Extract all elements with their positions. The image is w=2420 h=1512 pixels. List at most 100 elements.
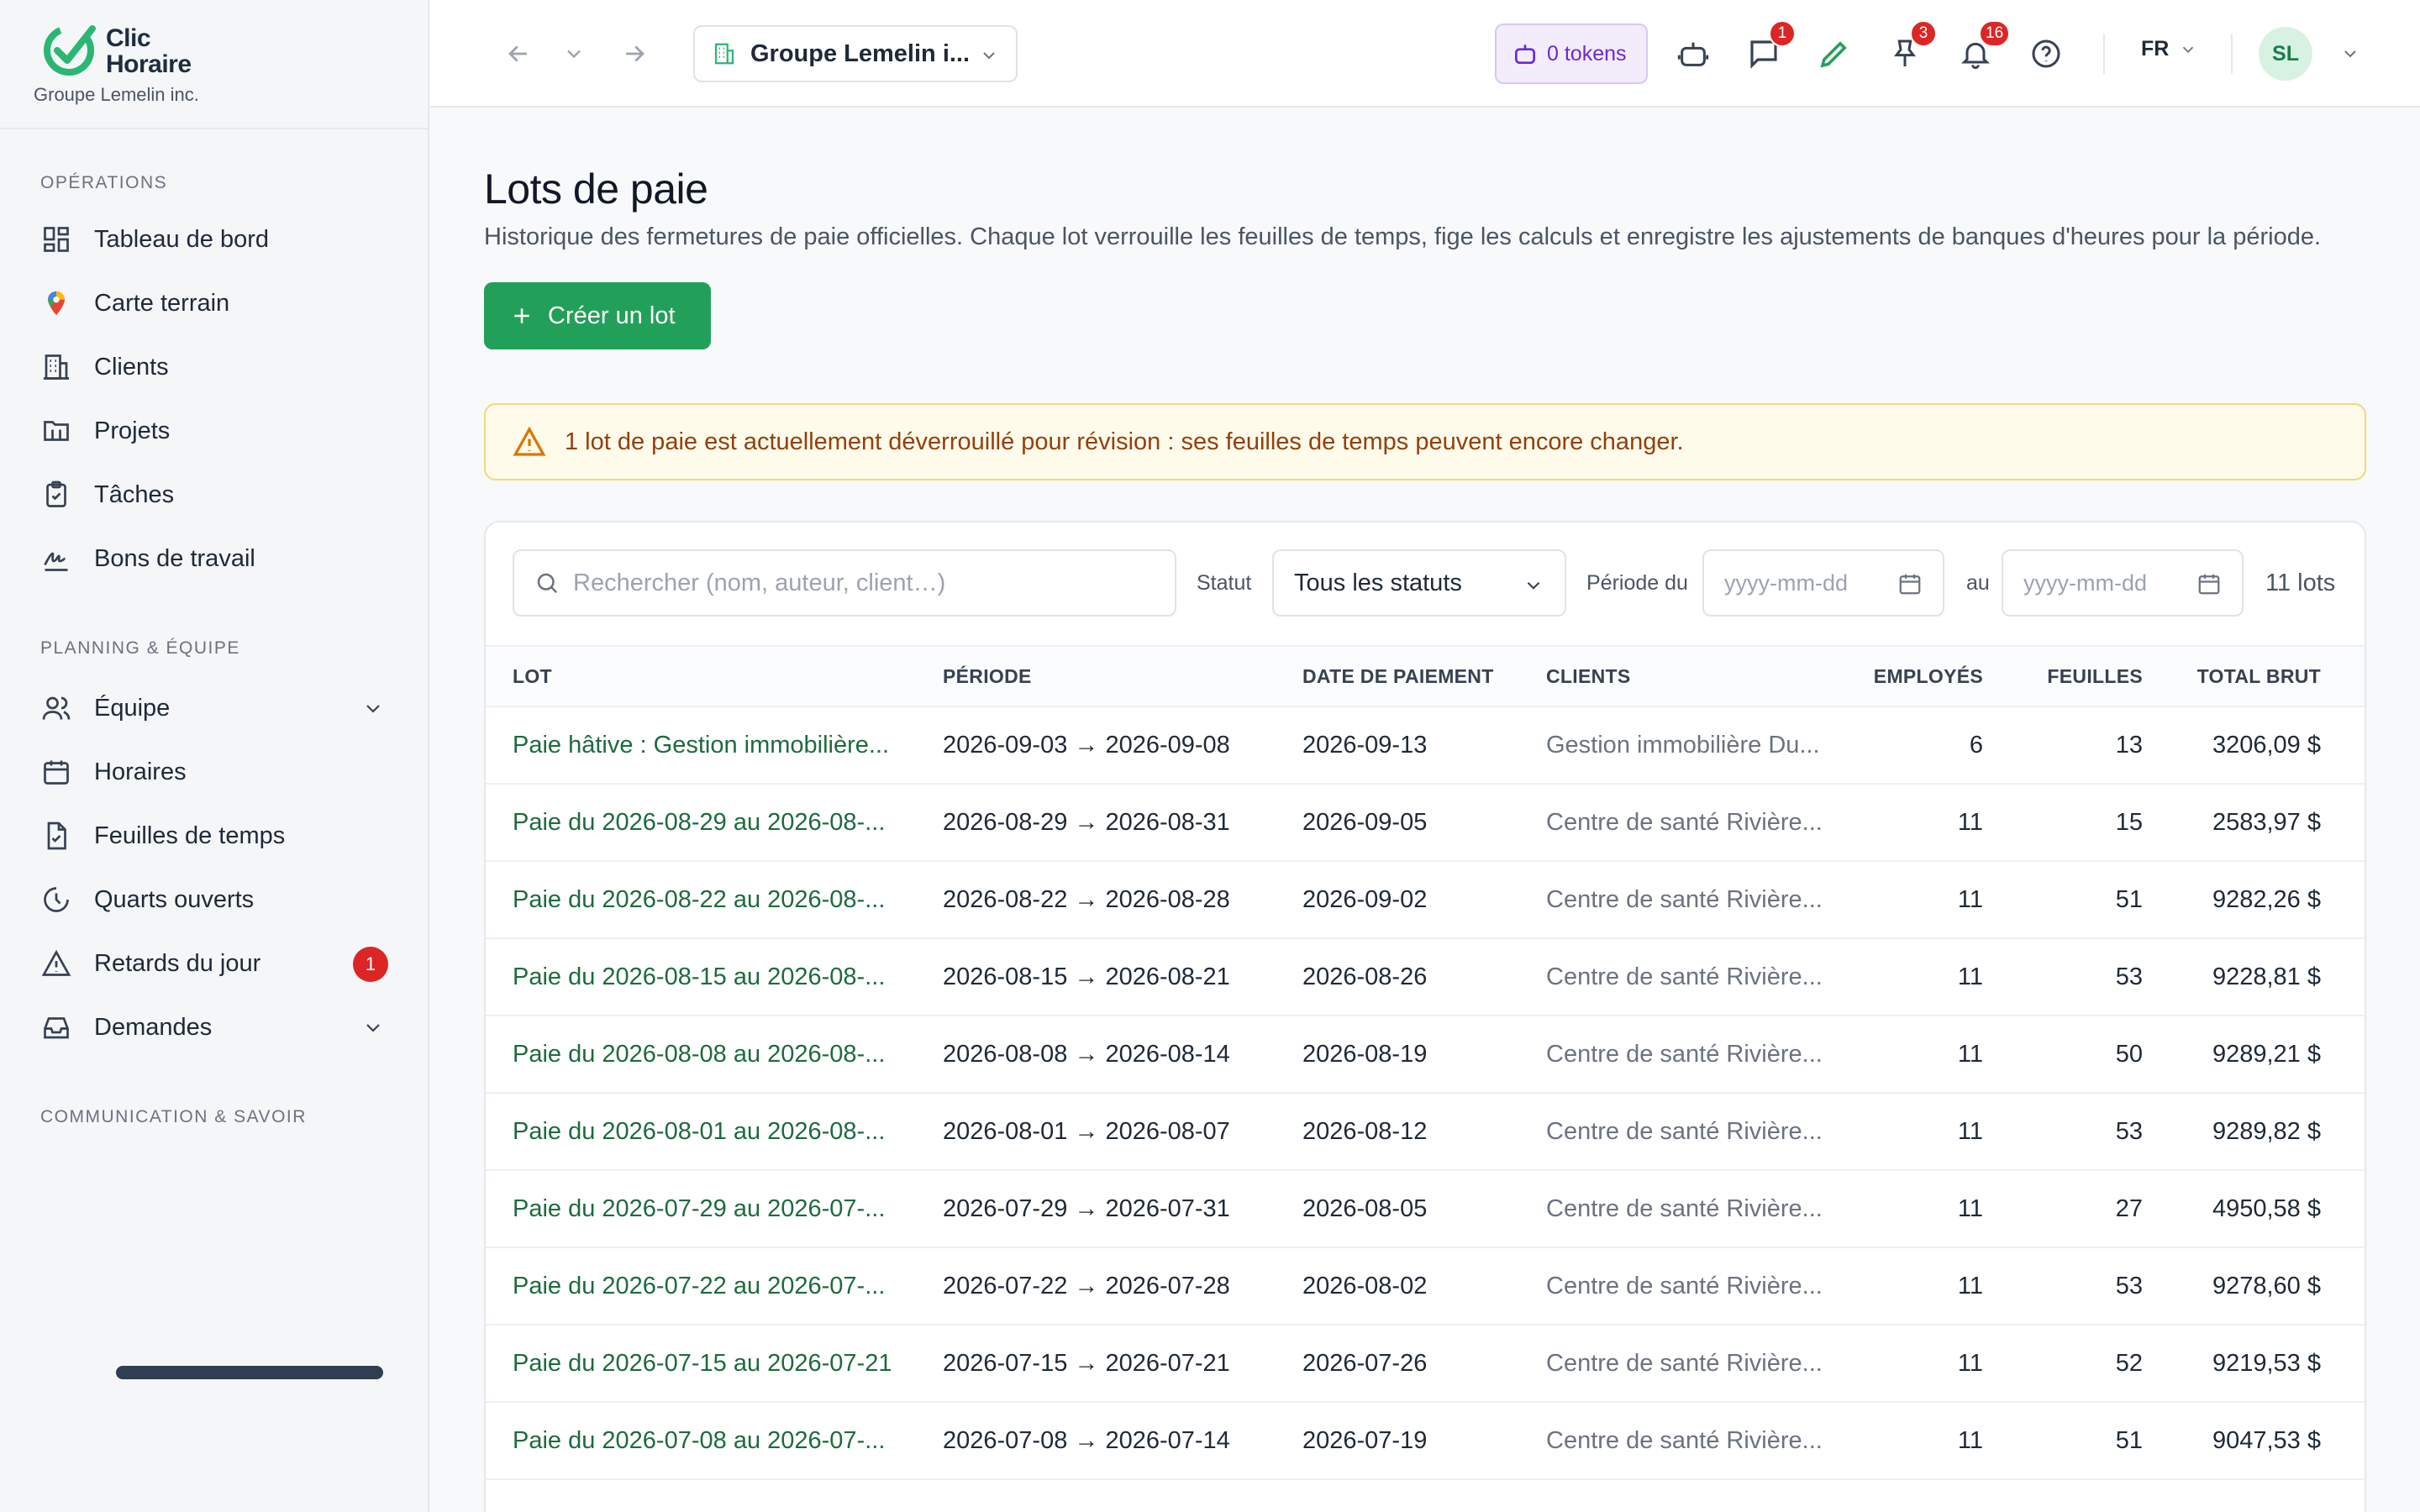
- gross-total-cell: 4950,58 $: [2212, 1194, 2321, 1222]
- sidebar-item-label: Tableau de bord: [94, 225, 269, 253]
- lot-name-link[interactable]: Paie du 2026-08-22 au 2026-08-...: [513, 861, 943, 938]
- sidebar-item-projects[interactable]: Projets: [40, 407, 393, 454]
- late-count-badge: 1: [353, 947, 388, 982]
- table-row[interactable]: Paie du 2026-08-08 au 2026-08-... 2026-08…: [486, 1016, 2365, 1093]
- period-from-input[interactable]: [1724, 570, 1892, 596]
- chevron-down-icon: [1527, 581, 1540, 590]
- lot-name-link[interactable]: Paie du 2026-07-08 au 2026-07-...: [513, 1402, 943, 1479]
- employees-cell: 11: [1957, 808, 1983, 836]
- messages-button[interactable]: 1: [1744, 20, 1796, 74]
- column-header-pay-date[interactable]: DATE DE PAIEMENT: [1302, 646, 1546, 706]
- pins-badge: 3: [1910, 20, 1937, 47]
- column-header-period[interactable]: PÉRIODE: [943, 646, 1302, 706]
- table-row[interactable]: Paie du 2026-08-01 au 2026-08-... 2026-08…: [486, 1093, 2365, 1170]
- account-menu-button[interactable]: [2330, 34, 2370, 74]
- assistant-button[interactable]: [1673, 34, 1713, 74]
- client-cell: Centre de santé Rivière...: [1546, 1117, 1823, 1145]
- table-row[interactable]: Paie du 2026-08-29 au 2026-08-... 2026-08…: [486, 784, 2365, 861]
- employees-cell: 11: [1957, 1194, 1983, 1222]
- lot-name-link[interactable]: Paie hâtive : Gestion immobilière...: [513, 706, 943, 784]
- search-input[interactable]: [573, 569, 1161, 597]
- search-box[interactable]: [513, 549, 1176, 617]
- period-cell: 2026-07-08 → 2026-07-14: [943, 1426, 1230, 1454]
- period-to-label: au: [1966, 571, 1990, 595]
- table-row[interactable]: Paie du 2026-08-22 au 2026-08-... 2026-08…: [486, 861, 2365, 938]
- status-filter-value: Tous les statuts: [1294, 569, 1462, 596]
- status-filter-select[interactable]: Tous les statuts: [1272, 549, 1566, 617]
- search-icon: [537, 573, 558, 594]
- client-cell: Gestion immobilière Du...: [1546, 731, 1820, 759]
- period-from-label: Période du: [1586, 571, 1688, 595]
- lot-name-link[interactable]: Paie du 2026-08-15 au 2026-08-...: [513, 938, 943, 1016]
- column-header-status[interactable]: S: [2321, 646, 2365, 706]
- table-row[interactable]: Paie du 2026-08-15 au 2026-08-... 2026-08…: [486, 938, 2365, 1016]
- sidebar: Clic Horaire Groupe Lemelin inc. OPÉRATI…: [0, 0, 429, 1512]
- sidebar-item-label: Équipe: [94, 694, 171, 722]
- table-row[interactable]: Paie du 2026-07-22 au 2026-07-... 2026-07…: [486, 1247, 2365, 1325]
- sidebar-item-late-today[interactable]: Retards du jour 1: [40, 940, 393, 987]
- sidebar-item-work-orders[interactable]: Bons de travail: [40, 535, 393, 582]
- sidebar-item-schedules[interactable]: Horaires: [40, 748, 393, 795]
- users-icon: [40, 692, 72, 724]
- company-selector[interactable]: Groupe Lemelin i...: [693, 25, 1018, 82]
- sidebar-item-clients[interactable]: Clients: [40, 344, 393, 391]
- sidebar-item-timesheets[interactable]: Feuilles de temps: [40, 812, 393, 859]
- language-selector[interactable]: FR: [2141, 37, 2197, 61]
- period-to-input[interactable]: [2023, 570, 2191, 596]
- gross-total-cell: 2583,97 $: [2212, 808, 2321, 836]
- clock-icon: [40, 884, 72, 916]
- unlocked-batch-alert: 1 lot de paie est actuellement déverroui…: [484, 403, 2366, 480]
- lot-name-link[interactable]: Paie du 2026-07-15 au 2026-07-21: [513, 1325, 943, 1402]
- sidebar-item-dashboard[interactable]: Tableau de bord: [40, 216, 393, 263]
- table-row[interactable]: Paie du 2026-07-08 au 2026-07-... 2026-07…: [486, 1402, 2365, 1479]
- plus-icon: [514, 308, 529, 323]
- sidebar-item-team[interactable]: Équipe: [40, 685, 393, 732]
- table-row[interactable]: Paie hâtive : Gestion immobilière... 2026…: [486, 706, 2365, 784]
- lot-name-link[interactable]: Paie du 2026-07-29 au 2026-07-...: [513, 1170, 943, 1247]
- edit-button[interactable]: [1814, 34, 1854, 74]
- sidebar-item-map[interactable]: Carte terrain: [40, 280, 393, 327]
- sidebar-scrollbar[interactable]: [116, 1366, 383, 1379]
- pay-date-cell: 2026-08-02: [1302, 1272, 1428, 1299]
- sidebar-item-label: Quarts ouverts: [94, 885, 255, 913]
- pencil-icon: [1820, 41, 1847, 68]
- sidebar-item-label: Horaires: [94, 758, 187, 785]
- forward-button[interactable]: [614, 34, 655, 74]
- column-header-sheets[interactable]: FEUILLES: [1983, 646, 2143, 706]
- lot-name-link[interactable]: Paie du 2026-08-01 au 2026-08-...: [513, 1093, 943, 1170]
- inbox-icon: [40, 1011, 72, 1043]
- column-header-lot[interactable]: LOT: [513, 646, 943, 706]
- gross-total-cell: 9228,81 $: [2212, 963, 2321, 990]
- calendar-icon[interactable]: [1897, 571, 1923, 596]
- map-pin-icon: [40, 287, 72, 319]
- create-batch-button[interactable]: Créer un lot: [484, 282, 711, 349]
- tokens-button[interactable]: 0 tokens: [1495, 24, 1648, 84]
- lot-name-link[interactable]: Paie du 2026-07-22 au 2026-07-...: [513, 1247, 943, 1325]
- sidebar-item-tasks[interactable]: Tâches: [40, 471, 393, 518]
- help-button[interactable]: [2026, 34, 2066, 74]
- period-from-field[interactable]: [1702, 549, 1944, 617]
- back-button[interactable]: [498, 34, 539, 74]
- table-row[interactable]: Paie du 2026-07-15 au 2026-07-21 2026-07-…: [486, 1325, 2365, 1402]
- lot-name-link[interactable]: Paie du 2026-08-08 au 2026-08-...: [513, 1016, 943, 1093]
- column-header-clients[interactable]: CLIENTS: [1546, 646, 1842, 706]
- robot-icon: [1515, 45, 1535, 64]
- column-header-employees[interactable]: EMPLOYÉS: [1842, 646, 1983, 706]
- sidebar-item-requests[interactable]: Demandes: [40, 1004, 393, 1051]
- table-row[interactable]: Paie du 2026-07-29 au 2026-07-... 2026-07…: [486, 1170, 2365, 1247]
- sidebar-item-open-shifts[interactable]: Quarts ouverts: [40, 876, 393, 923]
- period-to-field[interactable]: [2002, 549, 2244, 617]
- history-dropdown-button[interactable]: [554, 34, 594, 74]
- pins-button[interactable]: 3: [1885, 20, 1937, 74]
- column-header-gross-total[interactable]: TOTAL BRUT: [2143, 646, 2321, 706]
- brand-logo[interactable]: Clic Horaire: [40, 17, 192, 77]
- pay-date-cell: 2026-09-05: [1302, 808, 1428, 836]
- calendar-icon[interactable]: [2196, 571, 2222, 596]
- client-cell: Centre de santé Rivière...: [1546, 808, 1823, 836]
- logo-check-icon: [44, 25, 96, 76]
- notifications-button[interactable]: 16: [1955, 20, 2011, 74]
- avatar[interactable]: SL: [2259, 27, 2312, 81]
- file-check-icon: [40, 820, 72, 852]
- lot-name-link[interactable]: Paie du 2026-08-29 au 2026-08-...: [513, 784, 943, 861]
- tokens-count: 0 tokens: [1547, 41, 1627, 66]
